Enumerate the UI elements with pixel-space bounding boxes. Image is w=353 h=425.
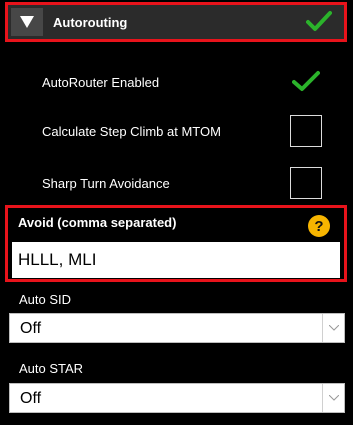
triangle-down-icon [20, 16, 34, 28]
avoid-input[interactable] [12, 242, 340, 278]
checkmark-icon [306, 11, 332, 31]
option-row-sharp-turn[interactable]: Sharp Turn Avoidance [0, 158, 353, 208]
auto-sid-value: Off [20, 320, 42, 337]
chevron-down-icon [322, 314, 344, 342]
option-label: AutoRouter Enabled [42, 75, 160, 90]
sharp-turn-checkbox[interactable] [290, 167, 322, 199]
help-icon[interactable]: ? [308, 215, 330, 237]
step-climb-checkbox[interactable] [290, 115, 322, 147]
checkmark-icon[interactable] [292, 70, 320, 92]
auto-sid-label: Auto SID [19, 292, 72, 307]
auto-star-select[interactable]: Off [9, 383, 345, 413]
auto-sid-select[interactable]: Off [9, 313, 345, 343]
avoid-label: Avoid (comma separated) [18, 215, 177, 230]
chevron-down-icon [322, 384, 344, 412]
option-row-step-climb[interactable]: Calculate Step Climb at MTOM [0, 108, 353, 158]
section-title: Autorouting [53, 15, 128, 30]
collapse-toggle-button[interactable] [11, 8, 43, 36]
avoid-section: Avoid (comma separated) ? [5, 205, 347, 282]
auto-star-value: Off [20, 390, 42, 407]
option-label: Sharp Turn Avoidance [42, 176, 170, 191]
option-label: Calculate Step Climb at MTOM [42, 124, 221, 139]
auto-star-label: Auto STAR [19, 361, 84, 376]
option-row-autorouter[interactable]: AutoRouter Enabled [0, 58, 353, 108]
autorouting-header[interactable]: Autorouting [5, 2, 347, 42]
